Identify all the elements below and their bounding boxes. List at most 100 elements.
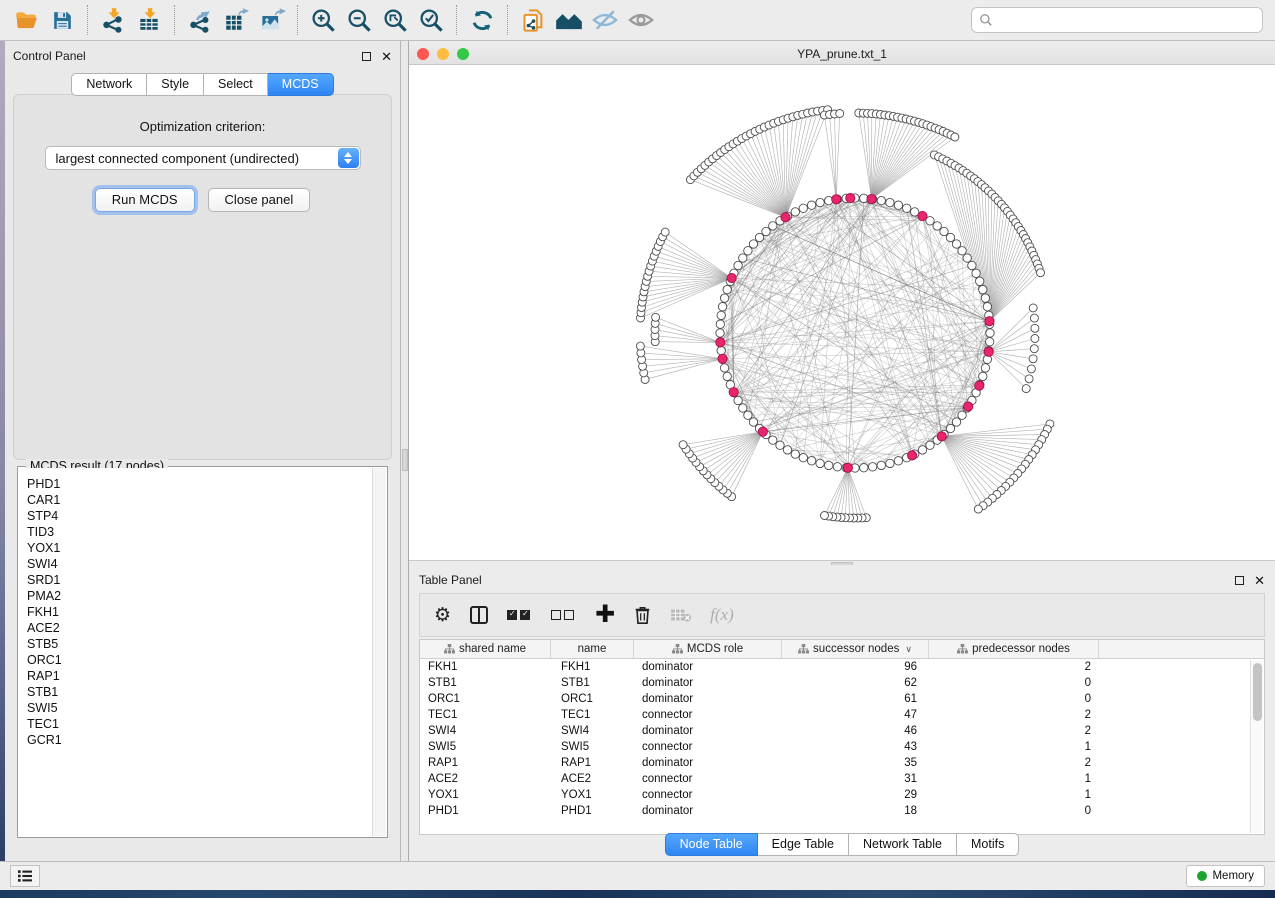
table-row[interactable]: RAP1RAP1dominator352 [420, 755, 1264, 771]
cell-shared-name[interactable]: SWI4 [420, 723, 551, 739]
splitter-handle[interactable] [402, 449, 408, 471]
cell-predecessor-nodes[interactable]: 2 [929, 707, 1099, 723]
cell-predecessor-nodes[interactable]: 1 [929, 739, 1099, 755]
cell-successor-nodes[interactable]: 47 [782, 707, 929, 723]
cell-shared-name[interactable]: YOX1 [420, 787, 551, 803]
cell-name[interactable]: FKH1 [551, 659, 634, 675]
vertical-splitter[interactable] [401, 41, 409, 861]
mcds-result-list[interactable]: PHD1CAR1STP4TID3YOX1SWI4SRD1PMA2FKH1ACE2… [19, 468, 372, 836]
deselect-all-button[interactable] [551, 600, 577, 630]
cell-predecessor-nodes[interactable]: 0 [929, 803, 1099, 819]
mcds-result-item[interactable]: CAR1 [27, 492, 372, 508]
mcds-result-item[interactable]: TID3 [27, 524, 372, 540]
export-table-button[interactable] [218, 4, 254, 36]
mcds-result-item[interactable]: STP4 [27, 508, 372, 524]
column-header-name[interactable]: name [551, 640, 634, 658]
tab-select[interactable]: Select [204, 73, 268, 96]
add-row-button[interactable]: ✚ [595, 600, 615, 630]
tab-style[interactable]: Style [147, 73, 204, 96]
mcds-result-item[interactable]: PMA2 [27, 588, 372, 604]
export-network-button[interactable] [182, 4, 218, 36]
first-neighbors-button[interactable] [551, 4, 587, 36]
search-input[interactable] [998, 13, 1255, 27]
cell-name[interactable]: ACE2 [551, 771, 634, 787]
cell-shared-name[interactable]: RAP1 [420, 755, 551, 771]
cell-predecessor-nodes[interactable]: 1 [929, 787, 1099, 803]
mcds-result-item[interactable]: SWI4 [27, 556, 372, 572]
cell-name[interactable]: PHD1 [551, 803, 634, 819]
zoom-fit-button[interactable] [377, 4, 413, 36]
table-row[interactable]: STB1STB1dominator620 [420, 675, 1264, 691]
memory-button[interactable]: Memory [1186, 865, 1265, 887]
cell-successor-nodes[interactable]: 61 [782, 691, 929, 707]
cell-name[interactable]: ORC1 [551, 691, 634, 707]
tab-mcds[interactable]: MCDS [268, 73, 334, 96]
cell-name[interactable]: SWI5 [551, 739, 634, 755]
zoom-in-button[interactable] [305, 4, 341, 36]
table-row[interactable]: SWI4SWI4dominator462 [420, 723, 1264, 739]
table-row[interactable]: ACE2ACE2connector311 [420, 771, 1264, 787]
cell-name[interactable]: SWI4 [551, 723, 634, 739]
export-image-button[interactable] [254, 4, 290, 36]
mcds-result-item[interactable]: SWI5 [27, 700, 372, 716]
open-file-button[interactable] [8, 4, 44, 36]
table-row[interactable]: FKH1FKH1dominator962 [420, 659, 1264, 675]
mcds-result-item[interactable]: FKH1 [27, 604, 372, 620]
cell-MCDS-role[interactable]: dominator [634, 803, 782, 819]
apply-function-button[interactable]: f(x) [710, 600, 734, 630]
cell-shared-name[interactable]: SWI5 [420, 739, 551, 755]
table-row[interactable]: ORC1ORC1dominator610 [420, 691, 1264, 707]
network-graph[interactable] [409, 65, 1275, 560]
table-row[interactable]: YOX1YOX1connector291 [420, 787, 1264, 803]
mcds-result-item[interactable]: PHD1 [27, 476, 372, 492]
select-all-button[interactable] [507, 600, 533, 630]
cell-predecessor-nodes[interactable]: 0 [929, 691, 1099, 707]
show-columns-button[interactable] [469, 600, 489, 630]
cell-predecessor-nodes[interactable]: 2 [929, 723, 1099, 739]
cell-MCDS-role[interactable]: dominator [634, 755, 782, 771]
mcds-result-item[interactable]: ORC1 [27, 652, 372, 668]
tab-network-table[interactable]: Network Table [849, 833, 957, 856]
cell-successor-nodes[interactable]: 29 [782, 787, 929, 803]
cell-MCDS-role[interactable]: dominator [634, 691, 782, 707]
show-panels-button[interactable] [10, 865, 40, 887]
close-panel-icon[interactable]: ✕ [381, 52, 392, 61]
delete-rows-button[interactable] [633, 600, 652, 630]
cell-shared-name[interactable]: FKH1 [420, 659, 551, 675]
mcds-result-item[interactable]: TEC1 [27, 716, 372, 732]
cell-successor-nodes[interactable]: 62 [782, 675, 929, 691]
column-header-shared-name[interactable]: shared name [420, 640, 551, 658]
cell-name[interactable]: YOX1 [551, 787, 634, 803]
table-row[interactable]: PHD1PHD1dominator180 [420, 803, 1264, 819]
import-table-button[interactable] [131, 4, 167, 36]
cell-MCDS-role[interactable]: connector [634, 739, 782, 755]
run-mcds-button[interactable]: Run MCDS [95, 188, 195, 212]
mcds-result-item[interactable]: SRD1 [27, 572, 372, 588]
cell-shared-name[interactable]: TEC1 [420, 707, 551, 723]
column-header-MCDS-role[interactable]: MCDS role [634, 640, 782, 658]
cell-shared-name[interactable]: ACE2 [420, 771, 551, 787]
cell-shared-name[interactable]: STB1 [420, 675, 551, 691]
import-network-button[interactable] [95, 4, 131, 36]
tab-node-table[interactable]: Node Table [665, 833, 758, 856]
table-scrollbar[interactable] [1250, 660, 1263, 833]
cell-name[interactable]: STB1 [551, 675, 634, 691]
save-session-button[interactable] [44, 4, 80, 36]
optimization-criterion-select[interactable]: largest connected component (undirected) [45, 146, 361, 170]
cell-successor-nodes[interactable]: 31 [782, 771, 929, 787]
cell-name[interactable]: TEC1 [551, 707, 634, 723]
cell-successor-nodes[interactable]: 18 [782, 803, 929, 819]
cell-MCDS-role[interactable]: dominator [634, 675, 782, 691]
mcds-result-item[interactable]: STB1 [27, 684, 372, 700]
delete-table-button[interactable] [670, 600, 692, 630]
table-row[interactable]: SWI5SWI5connector431 [420, 739, 1264, 755]
mcds-result-item[interactable]: RAP1 [27, 668, 372, 684]
cell-successor-nodes[interactable]: 46 [782, 723, 929, 739]
tab-motifs[interactable]: Motifs [957, 833, 1019, 856]
duplicate-network-button[interactable] [515, 4, 551, 36]
network-view-canvas[interactable] [409, 65, 1275, 560]
float-panel-icon[interactable] [1235, 576, 1244, 585]
mcds-result-item[interactable]: YOX1 [27, 540, 372, 556]
column-header-predecessor-nodes[interactable]: predecessor nodes [929, 640, 1099, 658]
cell-successor-nodes[interactable]: 96 [782, 659, 929, 675]
